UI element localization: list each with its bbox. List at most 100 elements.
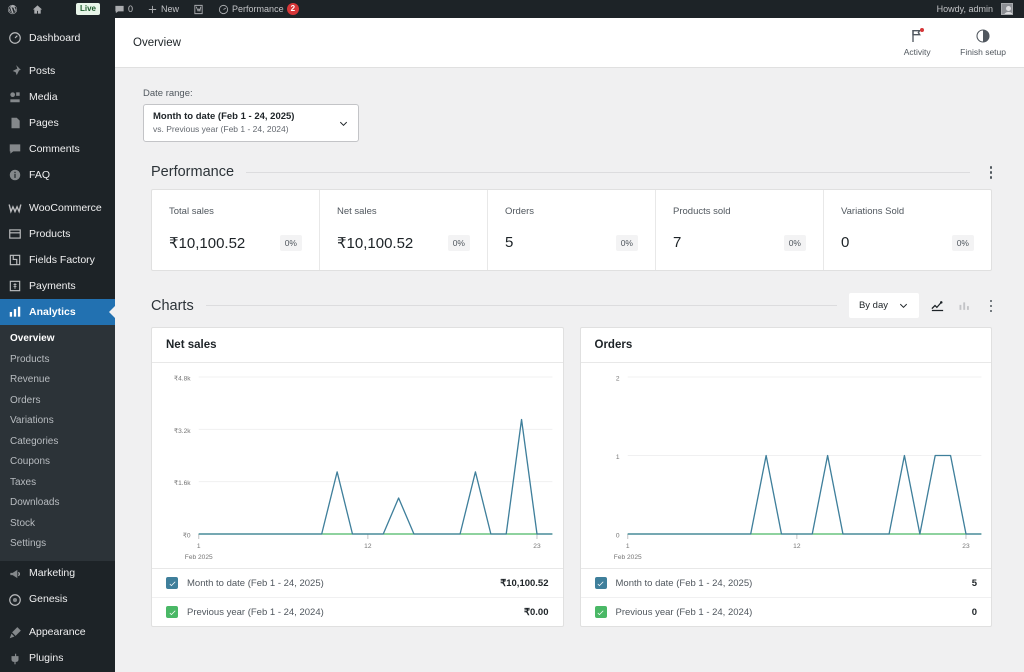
stat-delta-badge: 0% (783, 234, 806, 251)
sidebar-item-marketing[interactable]: Marketing (0, 561, 115, 587)
performance-menu[interactable]: Performance 2 (211, 0, 306, 18)
admin-sidebar[interactable]: Dashboard Posts Media Pages Comments FAQ WooCo… (0, 18, 115, 672)
svg-text:23: 23 (962, 543, 970, 550)
sidebar-item-label: FAQ (29, 168, 51, 181)
submenu-item-taxes[interactable]: Taxes (0, 473, 115, 494)
submenu-item-revenue[interactable]: Revenue (0, 370, 115, 391)
finish-setup-label: Finish setup (960, 47, 1006, 57)
stat-value: 7 (673, 234, 682, 252)
svg-text:1: 1 (625, 543, 629, 550)
submenu-item-coupons[interactable]: Coupons (0, 452, 115, 473)
submenu-item-downloads[interactable]: Downloads (0, 493, 115, 514)
stat-value: 0 (841, 234, 850, 252)
legend-label: Previous year (Feb 1 - 24, 2024) (187, 606, 324, 618)
account-menu[interactable]: Howdy, admin (930, 0, 1020, 18)
charts-menu-button[interactable] (982, 299, 1000, 313)
svg-text:Feb 2025: Feb 2025 (613, 554, 641, 561)
submenu-item-categories[interactable]: Categories (0, 432, 115, 453)
yoast-seo-icon (193, 4, 204, 15)
legend-checkbox[interactable] (594, 577, 607, 590)
wp-admin-bar: Live 0 New Performance 2 Howdy, admin (0, 0, 1024, 18)
sidebar-item-pages[interactable]: Pages (0, 110, 115, 136)
comments-menu[interactable]: 0 (107, 0, 140, 18)
sidebar-item-posts[interactable]: Posts (0, 58, 115, 84)
sidebar-item-label: Pages (29, 116, 59, 129)
activity-button[interactable]: Activity (896, 28, 938, 57)
live-status[interactable]: Live (50, 0, 107, 18)
menu-separator (0, 188, 115, 195)
submenu-item-variations[interactable]: Variations (0, 411, 115, 432)
stat-card-total-sales[interactable]: Total sales ₹10,100.52 0% (152, 190, 320, 271)
legend-row[interactable]: Month to date (Feb 1 - 24, 2025) 5 (581, 569, 992, 597)
sidebar-item-plugins[interactable]: Plugins (0, 646, 115, 672)
legend-row[interactable]: Month to date (Feb 1 - 24, 2025) ₹10,100.… (152, 569, 563, 597)
page-title: Overview (133, 36, 181, 49)
performance-section-header: Performance (151, 164, 1000, 180)
line-chart-icon[interactable] (928, 297, 946, 315)
legend-label: Month to date (Feb 1 - 24, 2025) (187, 577, 324, 589)
stat-card-orders[interactable]: Orders 5 0% (488, 190, 656, 271)
pin-icon (8, 64, 22, 78)
stat-card-products-sold[interactable]: Products sold 7 0% (656, 190, 824, 271)
sidebar-item-faq[interactable]: FAQ (0, 162, 115, 188)
date-range-primary: Month to date (Feb 1 - 24, 2025) (153, 111, 295, 122)
pages-icon (8, 116, 22, 130)
legend-checkbox[interactable] (166, 606, 178, 619)
sidebar-item-genesis[interactable]: Genesis (0, 587, 115, 613)
page-header: Overview Activity Finish setup (115, 18, 1024, 68)
sidebar-item-label: Marketing (29, 567, 76, 580)
comment-bubble-icon (114, 4, 125, 15)
submenu-item-overview[interactable]: Overview (0, 329, 115, 350)
chart-plot-net-sales[interactable]: ₹0 ₹1.6k ₹3.2k ₹4.8k 1 12 23 Feb 2025 (152, 363, 563, 568)
sidebar-item-label: Comments (29, 142, 80, 155)
stat-delta-badge: 0% (447, 235, 470, 252)
interval-select[interactable]: By day (848, 293, 919, 319)
sidebar-item-analytics[interactable]: Analytics (0, 299, 115, 325)
bar-chart-icon[interactable] (955, 297, 973, 315)
header-actions: Activity Finish setup (896, 28, 1006, 57)
user-avatar-icon (1001, 3, 1013, 15)
sidebar-item-label: Plugins (29, 652, 64, 665)
submenu-item-settings[interactable]: Settings (0, 534, 115, 555)
legend-checkbox[interactable] (594, 606, 607, 619)
legend-value: ₹0.00 (523, 606, 549, 618)
legend-checkbox[interactable] (166, 577, 178, 590)
sidebar-item-label: Posts (29, 64, 56, 77)
stat-label: Net sales (337, 206, 377, 218)
wordpress-logo-menu[interactable] (0, 0, 25, 18)
new-content-menu[interactable]: New (140, 0, 186, 18)
comment-bubble-icon (8, 142, 22, 156)
sidebar-item-dashboard[interactable]: Dashboard (0, 25, 115, 51)
stat-card-variations-sold[interactable]: Variations Sold 0 0% (824, 190, 991, 270)
sidebar-item-media[interactable]: Media (0, 84, 115, 110)
legend-value: ₹10,100.52 (500, 577, 549, 589)
finish-setup-button[interactable]: Finish setup (960, 28, 1006, 57)
products-box-icon (8, 227, 22, 241)
submenu-item-products[interactable]: Products (0, 350, 115, 371)
chart-title: Orders (580, 328, 991, 364)
sidebar-item-woocommerce[interactable]: WooCommerce (0, 195, 115, 221)
sidebar-item-payments[interactable]: Payments (0, 273, 115, 299)
legend-row[interactable]: Previous year (Feb 1 - 24, 2024) ₹0.00 (152, 597, 563, 626)
date-range-picker[interactable]: Month to date (Feb 1 - 24, 2025) vs. Pre… (143, 104, 359, 143)
svg-text:2: 2 (615, 376, 619, 383)
stat-label: Total sales (169, 206, 214, 218)
legend-row[interactable]: Previous year (Feb 1 - 24, 2024) 0 (580, 597, 991, 626)
site-home-link[interactable] (25, 0, 50, 18)
chart-plot-orders[interactable]: 0 1 2 1 12 23 Feb 2025 (581, 363, 992, 568)
sidebar-item-appearance[interactable]: Appearance (0, 620, 115, 646)
performance-menu-button[interactable] (982, 166, 1000, 179)
sidebar-item-products[interactable]: Products (0, 221, 115, 247)
sidebar-item-comments[interactable]: Comments (0, 136, 115, 162)
sidebar-item-label: Analytics (29, 305, 76, 318)
submenu-item-orders[interactable]: Orders (0, 391, 115, 412)
stat-value: ₹10,100.52 (337, 235, 414, 253)
yoast-seo-menu[interactable] (186, 0, 211, 18)
sidebar-item-fields-factory[interactable]: Fields Factory (0, 247, 115, 273)
submenu-item-stock[interactable]: Stock (0, 514, 115, 535)
analytics-submenu[interactable]: Overview Products Revenue Orders Variations C… (0, 325, 115, 561)
main-content: Overview Activity Finish setup Date rang… (115, 18, 1024, 672)
stat-card-net-sales[interactable]: Net sales ₹10,100.52 0% (320, 190, 488, 271)
sidebar-item-label: Payments (29, 279, 76, 292)
sidebar-item-label: Fields Factory (29, 253, 95, 266)
